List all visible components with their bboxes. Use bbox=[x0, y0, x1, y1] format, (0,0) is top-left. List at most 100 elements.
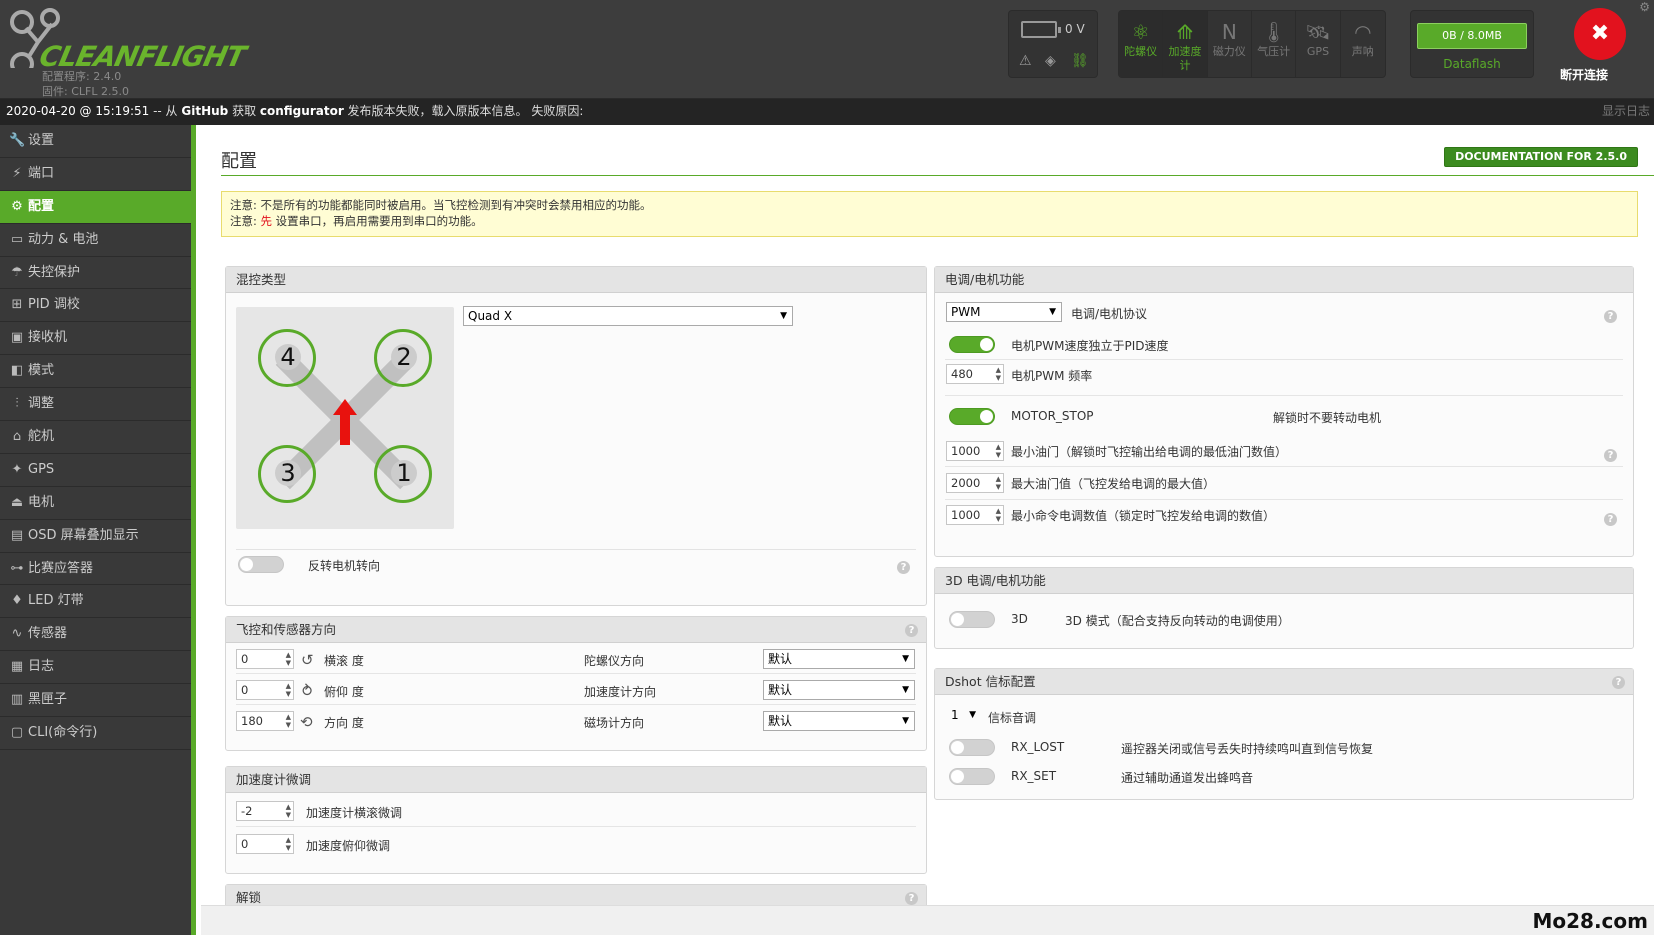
accel-roll-trim-input[interactable]: -2 ▲ ▼ bbox=[236, 801, 294, 821]
gyro-icon: ⚛ bbox=[1131, 20, 1150, 44]
min-throttle-label: 最小油门（解锁时飞控输出给电调的最低油门数值） bbox=[1011, 445, 1288, 459]
help-icon[interactable]: ? bbox=[1612, 676, 1625, 689]
baro-icon: 🌡 bbox=[1260, 20, 1287, 44]
sidebar-item-cli[interactable]: ▢ CLI(命令行) bbox=[0, 717, 191, 750]
chevron-down-icon: ▼ bbox=[902, 654, 909, 664]
settings-gear-icon[interactable]: ⚙ bbox=[1639, 0, 1650, 14]
sidebar-item-configuration[interactable]: ⚙ 配置 bbox=[0, 190, 191, 224]
sidebar-item-ports[interactable]: ⚡ 端口 bbox=[0, 158, 191, 191]
sidebar-item-led-strip[interactable]: ♦ LED 灯带 bbox=[0, 585, 191, 619]
mixer-type-select[interactable]: Quad X ▼ bbox=[463, 306, 793, 326]
spinner-icon[interactable]: ▲ ▼ bbox=[996, 366, 1001, 382]
accel-trim-panel: 加速度计微调 -2 ▲ ▼ 加速度计横滚微调 0 ▲ ▼ 加速度俯仰微调 bbox=[225, 766, 927, 874]
spinner-icon[interactable]: ▲ ▼ bbox=[996, 475, 1001, 491]
receiver-icon: ▣ bbox=[10, 330, 24, 346]
arming-panel-title: 解锁 bbox=[226, 885, 926, 905]
rx-set-toggle[interactable] bbox=[949, 768, 995, 785]
accel-align-select[interactable]: 默认 ▼ bbox=[763, 680, 915, 700]
accel-trim-row: -2 ▲ ▼ 加速度计横滚微调 bbox=[236, 797, 916, 827]
esc-3d-panel: 3D 电调/电机功能 3D 3D 模式（配合支持反向转动的电调使用） bbox=[934, 567, 1634, 649]
sidebar-item-receiver[interactable]: ▣ 接收机 bbox=[0, 322, 191, 356]
help-icon[interactable]: ? bbox=[1604, 513, 1617, 526]
pitch-label: 俯仰 度 bbox=[324, 685, 364, 699]
3d-mode-toggle[interactable] bbox=[949, 611, 995, 628]
help-icon[interactable]: ? bbox=[905, 892, 918, 905]
footer-bar: Mo28.com bbox=[201, 905, 1654, 935]
sidebar-item-logging[interactable]: ▦ 日志 bbox=[0, 651, 191, 685]
sidebar-item-gps[interactable]: ✦ GPS bbox=[0, 454, 191, 487]
yaw-degree-input[interactable]: 180 ▲ ▼ bbox=[236, 711, 294, 731]
divider bbox=[945, 499, 1623, 500]
parachute-icon: ☂ bbox=[11, 264, 23, 280]
beacon-tone-select[interactable]: 1 ▼ bbox=[947, 706, 981, 726]
sidebar-item-failsafe[interactable]: ☂ 失控保护 bbox=[0, 257, 191, 290]
gps-icon: 🛰 bbox=[1305, 20, 1331, 44]
rx-lost-label: RX_LOST bbox=[1011, 740, 1065, 754]
min-command-label: 最小命令电调数值（锁定时飞控发给电调的数值） bbox=[1011, 509, 1276, 523]
alignment-row: 0 ▲ ▼ ↺ 横滚 度 陀螺仪方向 默认 ▼ bbox=[236, 644, 916, 674]
pitch-rotate-icon: ⥁ bbox=[302, 682, 313, 700]
yaw-label: 方向 度 bbox=[324, 716, 364, 730]
sidebar-item-pid-tuning[interactable]: ⊞ PID 调校 bbox=[0, 289, 191, 323]
sidebar-item-setup[interactable]: 🔧 设置 bbox=[0, 125, 191, 158]
sidebar: 🔧 设置 ⚡ 端口 ⚙ 配置 ▭ 动力 & 电池 ☂ 失控保护 ⊞ PID 调校 ▣ 接收机 … bbox=[0, 125, 196, 935]
accel-trim-panel-title: 加速度计微调 bbox=[226, 767, 926, 793]
help-icon[interactable]: ? bbox=[1604, 449, 1617, 462]
disconnect-button[interactable]: ✖ 断开连接 bbox=[1560, 6, 1640, 86]
spinner-icon[interactable]: ▲ ▼ bbox=[996, 443, 1001, 459]
accel-roll-trim-label: 加速度计横滚微调 bbox=[306, 806, 403, 820]
help-icon[interactable]: ? bbox=[1604, 310, 1617, 323]
show-log-link[interactable]: 显示日志 bbox=[1602, 99, 1654, 125]
reverse-motor-toggle[interactable] bbox=[238, 556, 284, 573]
min-command-input[interactable]: 1000 ▲ ▼ bbox=[946, 505, 1004, 525]
sidebar-item-adjustments[interactable]: ⫶ 调整 bbox=[0, 388, 191, 422]
arming-panel: 解锁 ? bbox=[225, 884, 927, 905]
rx-lost-toggle[interactable] bbox=[949, 739, 995, 756]
accel-align-label: 加速度计方向 bbox=[584, 685, 657, 699]
sidebar-item-power-battery[interactable]: ▭ 动力 & 电池 bbox=[0, 224, 191, 257]
sensor-gps: 🛰 GPS bbox=[1296, 11, 1341, 77]
roll-degree-input[interactable]: 0 ▲ ▼ bbox=[236, 649, 294, 669]
chevron-down-icon: ▼ bbox=[969, 710, 976, 720]
spinner-icon[interactable]: ▲ ▼ bbox=[996, 507, 1001, 523]
sidebar-item-servos[interactable]: ⌂ 舵机 bbox=[0, 421, 191, 454]
notice-line-2: 注意: 先 设置串口，再启用需要用到串口的功能。 bbox=[230, 214, 483, 228]
pwm-independent-toggle[interactable] bbox=[949, 336, 995, 353]
pwm-frequency-input[interactable]: 480 ▲ ▼ bbox=[946, 364, 1004, 384]
spinner-icon[interactable]: ▲ ▼ bbox=[286, 651, 291, 667]
gyro-align-select[interactable]: 默认 ▼ bbox=[763, 649, 915, 669]
roll-rotate-icon: ↺ bbox=[301, 651, 314, 669]
accel-pitch-trim-input[interactable]: 0 ▲ ▼ bbox=[236, 834, 294, 854]
sidebar-item-sensors[interactable]: ∿ 传感器 bbox=[0, 618, 191, 652]
chevron-down-icon: ▼ bbox=[902, 685, 909, 695]
spinner-icon[interactable]: ▲ ▼ bbox=[286, 803, 291, 819]
documentation-button[interactable]: DOCUMENTATION FOR 2.5.0 bbox=[1444, 147, 1638, 167]
pitch-degree-input[interactable]: 0 ▲ ▼ bbox=[236, 680, 294, 700]
min-throttle-input[interactable]: 1000 ▲ ▼ bbox=[946, 441, 1004, 461]
3d-label: 3D bbox=[1011, 612, 1028, 626]
dataflash-status: 0B / 8.0MB Dataflash bbox=[1410, 10, 1534, 78]
sidebar-item-motors[interactable]: ⏏ 电机 bbox=[0, 487, 191, 520]
motor-stop-label: MOTOR_STOP bbox=[1011, 409, 1094, 423]
title-divider bbox=[221, 175, 1654, 176]
help-icon[interactable]: ? bbox=[897, 561, 910, 574]
accel-trim-row: 0 ▲ ▼ 加速度俯仰微调 bbox=[236, 830, 916, 860]
mixer-panel-title: 混控类型 bbox=[226, 267, 926, 293]
motor-stop-toggle[interactable] bbox=[949, 408, 995, 425]
sidebar-item-blackbox[interactable]: ▥ 黑匣子 bbox=[0, 684, 191, 718]
help-icon[interactable]: ? bbox=[905, 624, 918, 637]
sidebar-item-transponder[interactable]: ⊶ 比赛应答器 bbox=[0, 553, 191, 586]
divider bbox=[945, 466, 1623, 467]
spinner-icon[interactable]: ▲ ▼ bbox=[286, 682, 291, 698]
esc-protocol-label: 电调/电机协议 bbox=[1071, 307, 1148, 321]
mag-align-select[interactable]: 默认 ▼ bbox=[763, 711, 915, 731]
quad-x-diagram: 4 2 3 1 bbox=[236, 307, 454, 529]
sidebar-item-modes[interactable]: ◧ 模式 bbox=[0, 355, 191, 389]
spinner-icon[interactable]: ▲ ▼ bbox=[286, 836, 291, 852]
sidebar-item-osd[interactable]: ▤ OSD 屏幕叠加显示 bbox=[0, 520, 191, 553]
spinner-icon[interactable]: ▲ ▼ bbox=[286, 713, 291, 729]
max-throttle-input[interactable]: 2000 ▲ ▼ bbox=[946, 473, 1004, 493]
log-text-a: 获取 bbox=[228, 104, 260, 118]
esc-protocol-select[interactable]: PWM ▼ bbox=[946, 302, 1062, 322]
divider bbox=[945, 395, 1623, 396]
